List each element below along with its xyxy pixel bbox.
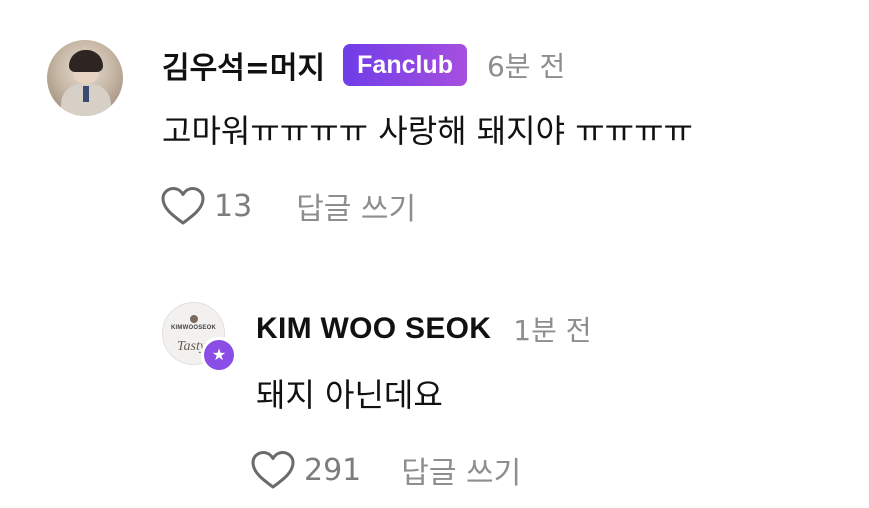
comment-author[interactable]: 김우석=머지 xyxy=(162,43,325,87)
reply-text: 돼지 아닌데요 xyxy=(256,376,443,414)
comment-text: 고마워ㅠㅠㅠㅠ 사랑해 돼지야 ㅠㅠㅠㅠ xyxy=(162,112,693,150)
heart-icon[interactable] xyxy=(160,186,206,226)
comment-actions: 13 답글 쓰기 xyxy=(160,184,416,228)
comment-time: 6분 전 xyxy=(486,50,566,83)
reply-actions: 291 답글 쓰기 xyxy=(250,448,521,492)
avatar[interactable] xyxy=(47,40,123,116)
reply-header: KIM WOO SEOK 1분 전 xyxy=(256,308,592,350)
reply-author[interactable]: KIM WOO SEOK xyxy=(256,312,491,346)
like-count[interactable]: 13 xyxy=(214,189,252,224)
heart-icon[interactable] xyxy=(250,450,296,490)
reply-time: 1분 전 xyxy=(513,314,592,347)
avatar-logo-text: KIMWOOSEOK xyxy=(171,325,216,331)
logo-emblem xyxy=(190,315,198,323)
avatar-figure-hair xyxy=(69,50,103,72)
avatar-figure-tie xyxy=(83,86,89,102)
fanclub-badge: Fanclub xyxy=(343,44,467,86)
like-count[interactable]: 291 xyxy=(304,453,361,488)
reply-button[interactable]: 답글 쓰기 xyxy=(296,184,416,228)
comment-header: 김우석=머지 Fanclub 6분 전 xyxy=(162,44,565,86)
star-icon: ★ xyxy=(201,337,237,373)
reply-button[interactable]: 답글 쓰기 xyxy=(401,448,521,492)
